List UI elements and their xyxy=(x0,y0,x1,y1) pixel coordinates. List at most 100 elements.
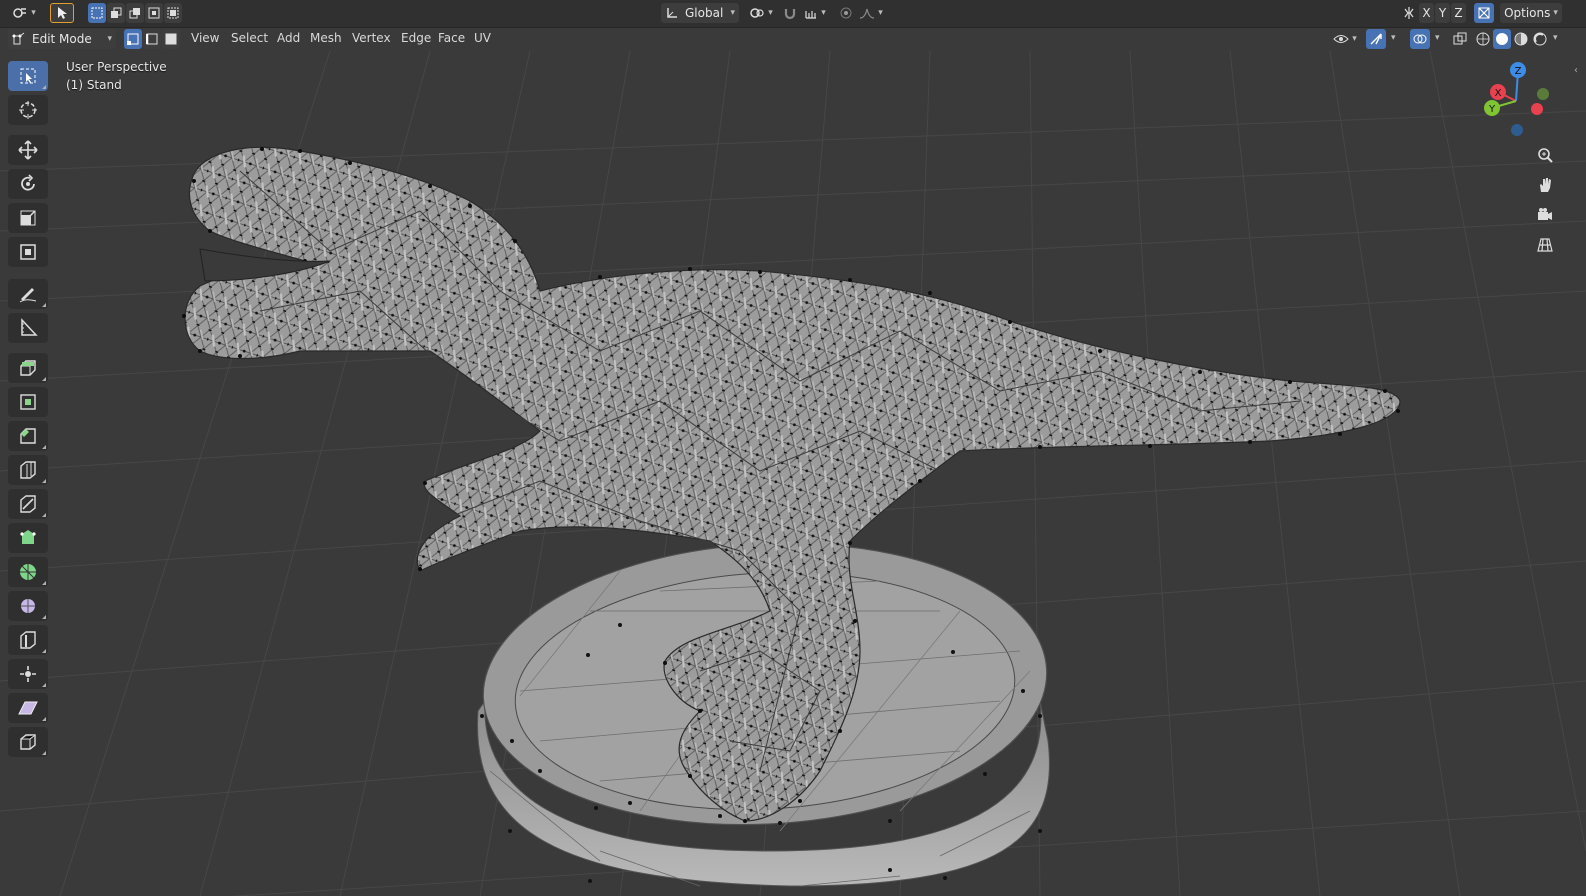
scale-icon xyxy=(18,208,38,228)
tool-shear[interactable] xyxy=(8,693,48,723)
menu-uv[interactable]: UV xyxy=(470,29,495,47)
snap-increment-icon xyxy=(804,6,818,20)
mirror-x-toggle[interactable]: X xyxy=(1419,3,1434,23)
transform-orientation-dropdown[interactable]: Global ▾ xyxy=(661,3,739,23)
menu-add[interactable]: Add xyxy=(273,29,304,47)
viewport-canvas[interactable] xyxy=(0,51,1586,896)
editor-type-button[interactable]: ▾ xyxy=(8,3,40,23)
rendered-shading-icon xyxy=(1533,32,1547,46)
perspective-toggle-button[interactable] xyxy=(1531,231,1559,259)
mirror-icon xyxy=(1402,6,1416,20)
move-icon xyxy=(18,140,38,160)
shading-material-button[interactable] xyxy=(1512,29,1530,49)
proportional-falloff-dropdown[interactable]: ▾ xyxy=(857,3,885,23)
tool-select-box[interactable] xyxy=(8,61,48,91)
menu-view[interactable]: View xyxy=(187,29,223,47)
shading-solid-button[interactable] xyxy=(1493,29,1511,49)
tool-poly-build[interactable] xyxy=(8,523,48,553)
proportional-editing-toggle[interactable] xyxy=(836,3,856,23)
camera-view-button[interactable] xyxy=(1531,201,1559,229)
tool-inset-faces[interactable] xyxy=(8,387,48,417)
face-select-mode-button[interactable] xyxy=(162,29,180,49)
select-subtract-button[interactable] xyxy=(126,3,144,23)
tool-edge-slide[interactable] xyxy=(8,625,48,655)
options-dropdown[interactable]: Options ▾ xyxy=(1500,3,1562,23)
tool-extrude-region[interactable] xyxy=(8,353,48,383)
chevron-down-icon[interactable]: ▾ xyxy=(1435,33,1440,43)
navigation-gizmo[interactable]: Z X Y xyxy=(1480,56,1560,146)
pan-button[interactable] xyxy=(1531,171,1559,199)
edge-slide-icon xyxy=(18,630,38,650)
tweak-tool-button[interactable] xyxy=(50,3,74,23)
tool-rip-region[interactable] xyxy=(8,727,48,757)
vertex-select-icon xyxy=(127,33,139,45)
smooth-icon xyxy=(18,596,38,616)
tool-measure[interactable] xyxy=(8,313,48,343)
snap-target-dropdown[interactable]: ▾ xyxy=(800,3,830,23)
menu-edge[interactable]: Edge xyxy=(397,29,435,47)
snap-toggle[interactable] xyxy=(780,3,800,23)
pivot-point-dropdown[interactable]: ▾ xyxy=(746,3,776,23)
shading-wireframe-button[interactable] xyxy=(1474,29,1492,49)
tool-smooth[interactable] xyxy=(8,591,48,621)
select-extend-icon xyxy=(110,7,122,19)
menu-mesh[interactable]: Mesh xyxy=(306,29,346,47)
gizmo-toggle[interactable] xyxy=(1366,29,1386,49)
select-set-icon xyxy=(91,7,103,19)
edge-select-mode-button[interactable] xyxy=(143,29,161,49)
mirror-z-toggle[interactable]: Z xyxy=(1451,3,1466,23)
tool-annotate[interactable] xyxy=(8,279,48,309)
tool-move[interactable] xyxy=(8,135,48,165)
overlays-toggle[interactable] xyxy=(1410,29,1430,49)
select-extend-button[interactable] xyxy=(107,3,125,23)
select-difference-button[interactable] xyxy=(145,3,163,23)
gizmo-neg-y-handle[interactable] xyxy=(1537,88,1549,100)
menu-select[interactable]: Select xyxy=(227,29,272,47)
tool-cursor[interactable] xyxy=(8,95,48,125)
axis-y-label: Y xyxy=(1438,6,1447,20)
sidebar-toggle-arrow-icon[interactable]: ‹ xyxy=(1574,65,1578,76)
mode-dropdown[interactable]: Edit Mode ▾ xyxy=(8,29,116,49)
tool-scale[interactable] xyxy=(8,203,48,233)
tool-transform[interactable] xyxy=(8,237,48,267)
xray-toggle[interactable] xyxy=(1450,29,1470,49)
wireframe-shading-icon xyxy=(1476,32,1490,46)
mirror-y-toggle[interactable]: Y xyxy=(1435,3,1450,23)
chevron-down-icon: ▾ xyxy=(107,34,112,44)
3d-viewport[interactable]: User Perspective (1) Stand Z X Y ‹ xyxy=(0,51,1586,896)
view-name-label: User Perspective xyxy=(66,60,167,74)
trex-mesh[interactable] xyxy=(182,146,1401,823)
vertex-select-mode-button[interactable] xyxy=(124,29,142,49)
overlays-icon xyxy=(1413,32,1427,46)
object-visibility-dropdown[interactable]: ▾ xyxy=(1330,29,1360,49)
shading-rendered-button[interactable] xyxy=(1531,29,1549,49)
chevron-down-icon: ▾ xyxy=(730,8,735,18)
options-label: Options xyxy=(1504,6,1551,20)
tool-shrink-fatten[interactable] xyxy=(8,659,48,689)
rip-region-icon xyxy=(18,732,38,752)
gizmo-neg-z-handle[interactable] xyxy=(1511,124,1523,136)
chevron-down-icon[interactable]: ▾ xyxy=(1553,33,1558,43)
zoom-button[interactable] xyxy=(1531,141,1559,169)
select-intersect-button[interactable] xyxy=(164,3,182,23)
annotate-icon xyxy=(18,284,38,304)
tool-loop-cut[interactable] xyxy=(8,455,48,485)
mode-label: Edit Mode xyxy=(32,32,92,46)
menu-face[interactable]: Face xyxy=(434,29,469,47)
topology-mirror-toggle[interactable] xyxy=(1474,3,1494,23)
chevron-down-icon[interactable]: ▾ xyxy=(1391,33,1396,43)
axis-z-label: Z xyxy=(1454,6,1463,20)
tool-spin[interactable] xyxy=(8,557,48,587)
chevron-down-icon: ▾ xyxy=(768,8,773,18)
gizmo-y-label: Y xyxy=(1488,104,1496,115)
knife-icon xyxy=(18,494,38,514)
zoom-icon xyxy=(1536,146,1554,164)
gizmo-neg-x-handle[interactable] xyxy=(1531,103,1543,115)
mirror-toggle[interactable] xyxy=(1399,3,1419,23)
tool-rotate[interactable] xyxy=(8,169,48,199)
menu-vertex[interactable]: Vertex xyxy=(348,29,395,47)
tool-knife[interactable] xyxy=(8,489,48,519)
select-intersect-icon xyxy=(167,7,179,19)
select-new-button[interactable] xyxy=(88,3,106,23)
tool-bevel[interactable] xyxy=(8,421,48,451)
